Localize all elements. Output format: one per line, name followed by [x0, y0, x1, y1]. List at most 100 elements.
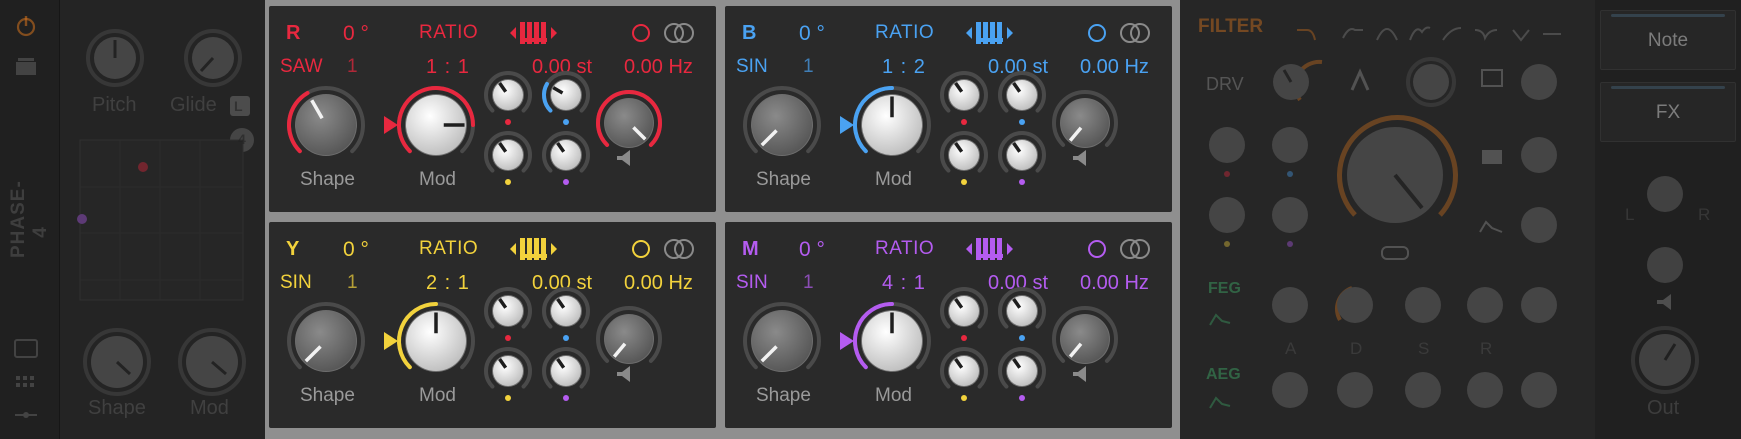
mod-amount-b-knob[interactable] — [542, 287, 590, 329]
mod-amount-y-knob[interactable] — [940, 347, 988, 389]
shape-knob[interactable] — [287, 86, 365, 156]
filter-knob-right-mid[interactable] — [1521, 137, 1557, 173]
routing-icon[interactable] — [15, 412, 37, 418]
keyboard-icon[interactable] — [966, 238, 1013, 260]
preset-browser-icon[interactable] — [16, 58, 36, 75]
level-knob[interactable] — [1052, 306, 1118, 364]
mod-source-dot — [961, 119, 967, 125]
link-icon[interactable] — [664, 239, 694, 259]
speaker-icon — [1073, 366, 1086, 382]
mod-amount-b-knob[interactable] — [998, 287, 1046, 329]
mod-knob[interactable] — [853, 302, 931, 372]
mod-amount-m-knob[interactable] — [998, 347, 1046, 389]
shape-knob[interactable] — [743, 302, 821, 372]
pan-right-label: R — [1698, 205, 1711, 224]
filter-mod-knobs[interactable] — [1209, 127, 1308, 247]
mod-amount-b-knob[interactable] — [542, 71, 590, 113]
mod-amount-y-knob[interactable] — [484, 347, 532, 389]
mod-source-dot — [563, 179, 569, 185]
mod-amount-m-knob[interactable] — [542, 131, 590, 173]
mod-amount-m-knob[interactable] — [542, 347, 590, 389]
mod-source-dot — [961, 395, 967, 401]
speaker-icon — [1657, 294, 1671, 310]
mod-amount-y-knob[interactable] — [484, 131, 532, 173]
level-knob[interactable] — [596, 306, 662, 364]
pan-knob[interactable] — [1647, 176, 1683, 212]
resonance-knob[interactable] — [1406, 57, 1456, 107]
pitch-knob[interactable] — [86, 29, 144, 87]
mod-amount-r-knob[interactable] — [484, 287, 532, 329]
drv-knob[interactable] — [1273, 59, 1323, 102]
fx-button[interactable]: FX — [1600, 82, 1736, 142]
adsr-d-label: D — [1350, 339, 1363, 358]
adsr-r-label: R — [1480, 339, 1493, 358]
mod-amount-r-knob[interactable] — [484, 71, 532, 113]
operators-area: R0 ° RATIO SAW 1 1 : 1 0.00 st 0.00 Hz Shape Mod… — [265, 0, 1180, 439]
spread-knob[interactable] — [1647, 247, 1683, 283]
mod-knob[interactable] — [397, 302, 475, 372]
keyboard-icon[interactable] — [510, 22, 557, 44]
mod-arrow-icon — [840, 116, 854, 134]
mod-source-dot — [505, 395, 511, 401]
filter-knob-right-top[interactable] — [1521, 64, 1557, 100]
mod-amount-r-knob[interactable] — [940, 71, 988, 113]
ring-icon[interactable] — [632, 24, 650, 42]
shape-knob[interactable] — [287, 302, 365, 372]
adsr-s-label: S — [1418, 339, 1430, 358]
window-icon[interactable] — [14, 339, 38, 358]
mod-knob-global[interactable] — [178, 328, 246, 396]
filter-mode-icon[interactable] — [1350, 68, 1370, 91]
ring-icon[interactable] — [1088, 240, 1106, 258]
mod-amount-b-knob[interactable] — [998, 71, 1046, 113]
feg-label: FEG — [1208, 280, 1241, 297]
cutoff-knob[interactable] — [1337, 115, 1458, 260]
filter-window-icon[interactable] — [1481, 69, 1503, 87]
operator-graphics — [743, 238, 1150, 401]
speaker-icon — [617, 150, 630, 166]
mod-amount-m-knob[interactable] — [998, 131, 1046, 173]
level-knob[interactable] — [1052, 90, 1118, 148]
grid-icon[interactable] — [16, 376, 34, 387]
mod-source-dot — [1019, 395, 1025, 401]
filter-panel: FILTER DRV FEG AEG A D S R — [1180, 0, 1595, 439]
aeg-icon — [1209, 396, 1231, 409]
mod-source-dot — [505, 335, 511, 341]
link-icon[interactable] — [664, 23, 694, 43]
adsr-a-label: A — [1285, 339, 1297, 358]
ring-icon[interactable] — [1088, 24, 1106, 42]
operator-y: Y0 ° RATIO SIN 1 2 : 1 0.00 st 0.00 Hz Shape Mod — [269, 222, 716, 428]
keyboard-icon[interactable] — [510, 238, 557, 260]
keyboard-icon[interactable] — [966, 22, 1013, 44]
filter-type-icons[interactable] — [1297, 26, 1561, 42]
mod-source-dot — [1019, 119, 1025, 125]
glide-knob[interactable] — [184, 29, 242, 87]
mod-amount-r-knob[interactable] — [940, 287, 988, 329]
mod-amount-y-knob[interactable] — [940, 131, 988, 173]
operator-b: B0 ° RATIO SIN 1 1 : 2 0.00 st 0.00 Hz Shape Mod — [725, 6, 1172, 212]
mod-source-dot — [961, 335, 967, 341]
note-button[interactable]: Note — [1600, 10, 1736, 70]
speaker-icon — [1073, 150, 1086, 166]
xy-pad[interactable] — [77, 139, 244, 301]
ring-icon[interactable] — [632, 240, 650, 258]
shape-knob-global[interactable] — [83, 328, 151, 396]
filter-knob-right-low[interactable] — [1521, 207, 1557, 243]
link-icon[interactable] — [1120, 239, 1150, 259]
out-knob[interactable] — [1631, 326, 1699, 394]
aeg-knobs[interactable] — [1272, 372, 1557, 408]
power-icon[interactable] — [16, 16, 36, 37]
mod-arrow-icon — [384, 116, 398, 134]
mod-knob[interactable] — [853, 86, 931, 156]
shape-knob[interactable] — [743, 86, 821, 156]
mod-knob[interactable] — [397, 86, 475, 156]
mod-source-dot — [563, 395, 569, 401]
feg-knobs[interactable] — [1272, 286, 1557, 323]
voices-badge-label: 4 — [238, 131, 246, 147]
filter-keytrack-icon[interactable] — [1482, 150, 1502, 164]
mod-arrow-icon — [384, 332, 398, 350]
speaker-icon — [617, 366, 630, 382]
shape-global-label: Shape — [88, 397, 146, 419]
level-knob[interactable] — [596, 90, 662, 148]
filter-env-icon[interactable] — [1479, 220, 1503, 233]
link-icon[interactable] — [1120, 23, 1150, 43]
